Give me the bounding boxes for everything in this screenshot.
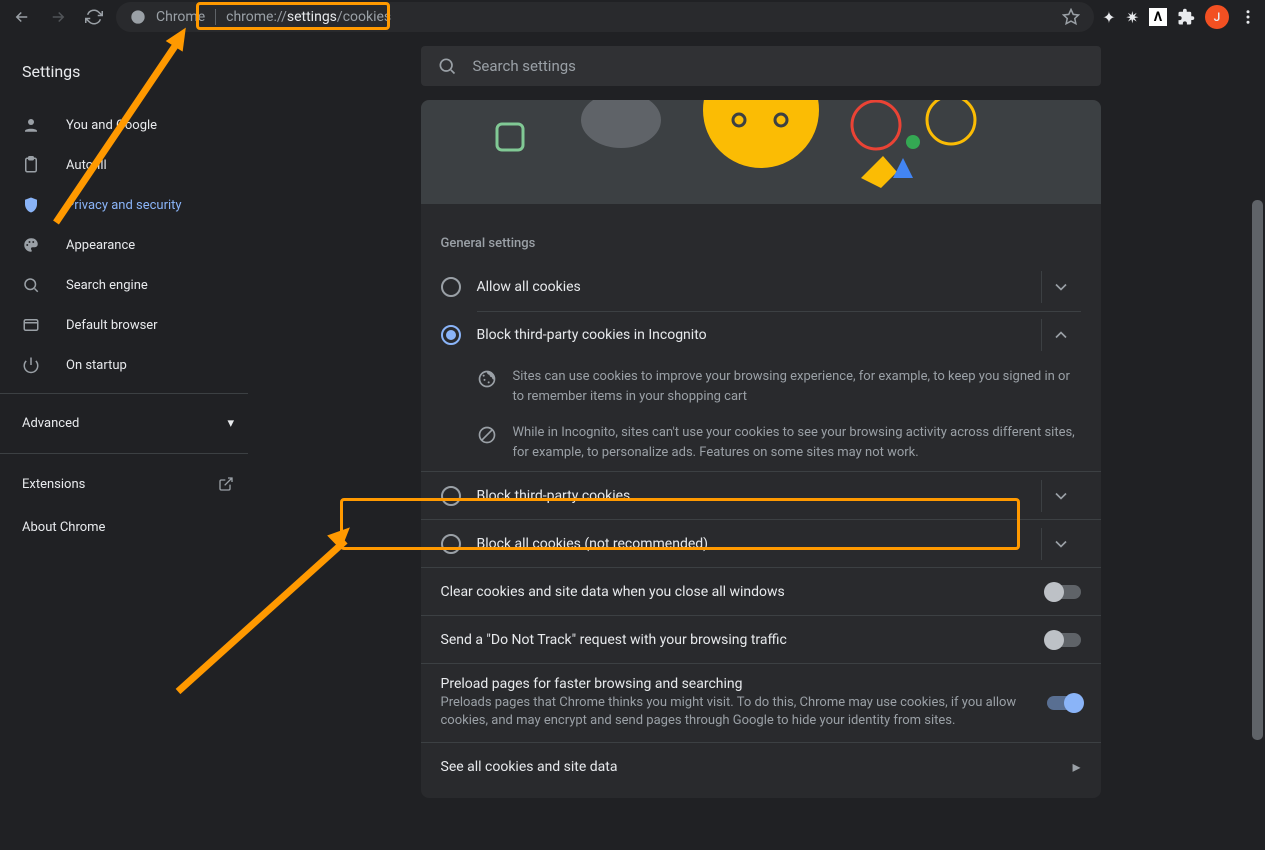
- sidebar-item-default-browser[interactable]: Default browser: [0, 305, 256, 345]
- content-area: Search settings General settings Allow a…: [256, 34, 1265, 850]
- sidebar-item-label: Search engine: [66, 278, 148, 293]
- sidebar-advanced-toggle[interactable]: Advanced ▾: [0, 402, 256, 445]
- option-block-3p-incognito[interactable]: Block third-party cookies in Incognito: [421, 311, 1101, 359]
- expand-button[interactable]: [1041, 528, 1081, 560]
- omnibox[interactable]: Chrome chrome://settings/cookies: [116, 2, 1094, 32]
- detail-cookies-improve: Sites can use cookies to improve your br…: [421, 359, 1101, 415]
- settings-sidebar: Settings You and Google Autofill Privacy…: [0, 34, 256, 850]
- general-settings-header: General settings: [421, 204, 1101, 263]
- cookies-settings-panel: General settings Allow all cookies Block…: [421, 204, 1101, 798]
- autofill-icon: [22, 156, 42, 174]
- toggle-sublabel: Preloads pages that Chrome thinks you mi…: [441, 694, 1047, 730]
- page-title: Settings: [0, 48, 256, 105]
- chevron-right-icon: ▸: [1072, 757, 1080, 776]
- settings-search-input[interactable]: Search settings: [421, 46, 1101, 86]
- sidebar-item-privacy-security[interactable]: Privacy and security: [0, 185, 256, 225]
- browser-icon: [22, 316, 42, 334]
- toggle-preload-pages[interactable]: Preload pages for faster browsing and se…: [421, 663, 1101, 742]
- search-icon: [437, 56, 457, 76]
- option-label: Block third-party cookies: [477, 488, 1033, 504]
- sidebar-item-on-startup[interactable]: On startup: [0, 345, 256, 385]
- detail-incognito-block: While in Incognito, sites can't use your…: [421, 415, 1101, 471]
- cookie-icon: [477, 367, 497, 407]
- expand-button[interactable]: [1041, 480, 1081, 512]
- sidebar-item-appearance[interactable]: Appearance: [0, 225, 256, 265]
- toggle-switch[interactable]: [1047, 633, 1081, 647]
- sidebar-item-label: On startup: [66, 358, 127, 373]
- power-icon: [22, 356, 42, 374]
- sidebar-item-label: Default browser: [66, 318, 158, 333]
- forward-button[interactable]: [44, 3, 72, 31]
- extension-icons: ✦ ✷ Λ J: [1102, 5, 1257, 29]
- extension-icon-3[interactable]: Λ: [1149, 8, 1167, 26]
- detail-text: While in Incognito, sites can't use your…: [513, 423, 1081, 463]
- cookies-hero-illustration: [421, 100, 1101, 204]
- toggle-label: Send a "Do Not Track" request with your …: [441, 632, 1047, 648]
- advanced-label: Advanced: [22, 416, 79, 431]
- toggle-switch[interactable]: [1047, 696, 1081, 710]
- toggle-clear-on-close[interactable]: Clear cookies and site data when you clo…: [421, 567, 1101, 615]
- extension-icon-1[interactable]: ✦: [1102, 8, 1115, 27]
- see-all-cookies-link[interactable]: See all cookies and site data ▸: [421, 742, 1101, 790]
- toggle-label: Preload pages for faster browsing and se…: [441, 676, 1047, 692]
- option-label: Allow all cookies: [477, 279, 1033, 295]
- sidebar-item-label: Privacy and security: [66, 198, 182, 213]
- radio-icon[interactable]: [441, 534, 461, 554]
- scrollbar-thumb[interactable]: [1252, 200, 1263, 740]
- caret-down-icon: ▾: [227, 416, 234, 431]
- sidebar-item-label: Autofill: [66, 158, 107, 173]
- toggle-switch[interactable]: [1047, 585, 1081, 599]
- option-label: Block third-party cookies in Incognito: [477, 327, 1033, 343]
- kebab-menu-icon[interactable]: [1239, 8, 1257, 26]
- vertical-scrollbar[interactable]: [1250, 34, 1265, 850]
- option-allow-all-cookies[interactable]: Allow all cookies: [421, 263, 1101, 311]
- radio-icon[interactable]: [441, 486, 461, 506]
- search-placeholder: Search settings: [473, 57, 576, 75]
- sidebar-item-label: Appearance: [66, 238, 135, 253]
- secure-label: Chrome: [156, 9, 205, 25]
- search-icon: [22, 276, 42, 294]
- radio-icon[interactable]: [441, 277, 461, 297]
- reload-button[interactable]: [80, 3, 108, 31]
- bookmark-star-icon[interactable]: [1062, 8, 1080, 26]
- back-button[interactable]: [8, 3, 36, 31]
- shield-icon: [22, 196, 42, 214]
- option-label: Block all cookies (not recommended): [477, 536, 1033, 552]
- about-label: About Chrome: [22, 520, 105, 535]
- extensions-puzzle-icon[interactable]: [1177, 8, 1195, 26]
- option-block-all-cookies[interactable]: Block all cookies (not recommended): [421, 519, 1101, 567]
- radio-icon[interactable]: [441, 325, 461, 345]
- toggle-do-not-track[interactable]: Send a "Do Not Track" request with your …: [421, 615, 1101, 663]
- toggle-label: Clear cookies and site data when you clo…: [441, 584, 1047, 600]
- palette-icon: [22, 236, 42, 254]
- sidebar-extensions-link[interactable]: Extensions: [0, 462, 256, 506]
- profile-avatar[interactable]: J: [1205, 5, 1229, 29]
- sidebar-item-you-and-google[interactable]: You and Google: [0, 105, 256, 145]
- sidebar-item-label: You and Google: [66, 118, 157, 133]
- collapse-button[interactable]: [1041, 319, 1081, 351]
- expand-button[interactable]: [1041, 271, 1081, 303]
- extension-icon-2[interactable]: ✷: [1126, 8, 1139, 27]
- extensions-label: Extensions: [22, 477, 85, 492]
- sidebar-about-chrome[interactable]: About Chrome: [0, 506, 256, 549]
- person-icon: [22, 116, 42, 134]
- block-icon: [477, 423, 497, 463]
- link-label: See all cookies and site data: [441, 759, 1073, 775]
- detail-text: Sites can use cookies to improve your br…: [513, 367, 1081, 407]
- sidebar-item-autofill[interactable]: Autofill: [0, 145, 256, 185]
- open-external-icon: [218, 476, 234, 492]
- chrome-icon: [130, 9, 146, 25]
- option-block-3p-cookies[interactable]: Block third-party cookies: [421, 471, 1101, 519]
- sidebar-item-search-engine[interactable]: Search engine: [0, 265, 256, 305]
- browser-toolbar: Chrome chrome://settings/cookies ✦ ✷ Λ J: [0, 0, 1265, 34]
- address-text: chrome://settings/cookies: [226, 9, 391, 25]
